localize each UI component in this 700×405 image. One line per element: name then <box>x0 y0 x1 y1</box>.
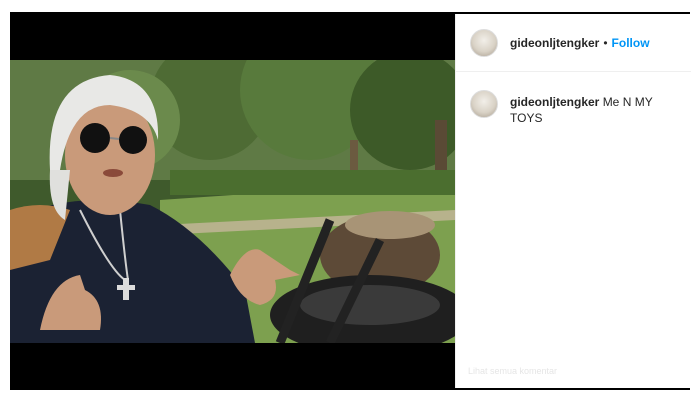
follow-button[interactable]: Follow <box>612 36 650 50</box>
caption-comment: gideonljtengker Me N MY TOYS <box>456 72 691 126</box>
video-player[interactable] <box>10 60 455 343</box>
video-frame-image <box>10 60 455 343</box>
post-sidebar: gideonljtengker • Follow gideonljtengker… <box>455 14 691 388</box>
view-comments-link[interactable]: Lihat semua komentar <box>468 366 557 376</box>
post-header: gideonljtengker • Follow <box>456 14 691 72</box>
comment-avatar[interactable] <box>470 90 498 118</box>
caption-text: gideonljtengker Me N MY TOYS <box>510 94 677 126</box>
profile-avatar[interactable] <box>470 28 498 57</box>
header-username[interactable]: gideonljtengker <box>510 36 599 50</box>
comment-username[interactable]: gideonljtengker <box>510 95 599 109</box>
separator-dot: • <box>603 35 608 50</box>
